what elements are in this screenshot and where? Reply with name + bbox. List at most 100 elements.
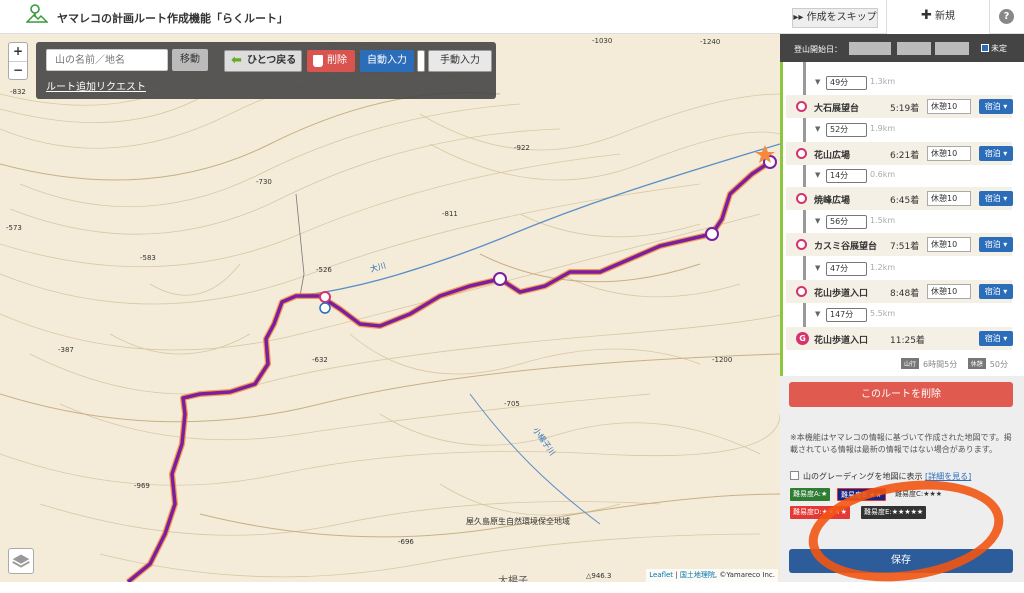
undo-label: ひとつ戻る xyxy=(247,55,297,66)
segment-time-select[interactable]: 52分 xyxy=(826,123,867,137)
stay-button[interactable]: 宿泊 ▾ xyxy=(979,284,1013,299)
route-toolbar: 移動 ⬅ ひとつ戻る 削除 自動入力 手動入力 ルート追加リクエスト xyxy=(36,42,496,99)
map-view[interactable]: -832 -1030 -730 -922 -573 -583 -811 -526… xyxy=(0,34,780,582)
segment-row: ▼ 56分 1.5km xyxy=(786,211,1012,233)
hike-time: 6時間5分 xyxy=(923,360,958,369)
rest-select[interactable]: 休憩10 xyxy=(927,237,971,252)
waypoint-name: 大石展望台 xyxy=(814,104,860,114)
topo-contours xyxy=(0,42,780,582)
undecided-checkbox[interactable]: 未定 xyxy=(981,43,1007,54)
manual-input-button[interactable]: 手動入力 xyxy=(428,50,492,72)
route-request-link[interactable]: ルート追加リクエスト xyxy=(46,78,146,93)
start-date-label: 登山開始日： xyxy=(794,45,842,54)
route-point-2[interactable] xyxy=(705,227,719,241)
rest-select[interactable]: 休憩10 xyxy=(927,191,971,206)
elev-label: △946.3 xyxy=(586,572,612,580)
segment-time-select[interactable]: 14分 xyxy=(826,169,867,183)
waypoint-row: G 花山歩道入口 11:25着 宿泊 ▾ xyxy=(786,327,1013,350)
elev-label: -1240 xyxy=(700,38,721,46)
elev-label: -832 xyxy=(10,88,26,96)
help-icon[interactable]: ? xyxy=(999,9,1014,24)
segment-time-select[interactable]: 56分 xyxy=(826,215,867,229)
undecided-label: 未定 xyxy=(991,44,1007,53)
waypoint-marker-icon xyxy=(796,148,807,159)
search-input[interactable] xyxy=(46,49,168,71)
grading-label: 山のグレーディングを地図に表示 xyxy=(803,472,923,481)
down-triangle-icon: ▼ xyxy=(815,125,821,133)
rest-select[interactable]: 休憩10 xyxy=(927,284,971,299)
area-label: 屋久島原生自然環境保全地域 xyxy=(466,517,570,526)
elev-label: -1030 xyxy=(592,37,613,45)
waypoint-row: カスミ谷展望台 7:51着 休憩10 宿泊 ▾ xyxy=(786,233,1013,256)
stay-button[interactable]: 宿泊 ▾ xyxy=(979,331,1013,346)
elev-label: -632 xyxy=(312,356,328,364)
stay-button[interactable]: 宿泊 ▾ xyxy=(979,237,1013,252)
elev-label: -526 xyxy=(316,266,332,274)
segment-row: ▼ 47分 1.2km xyxy=(786,258,1012,280)
goal-marker-icon: G xyxy=(796,332,809,345)
rest-time: 50分 xyxy=(989,360,1008,369)
plus-icon: ✚ xyxy=(920,8,932,23)
delete-button[interactable]: 削除 xyxy=(307,50,355,72)
route-point-1[interactable] xyxy=(493,272,507,286)
segment-time-select[interactable]: 47分 xyxy=(826,262,867,276)
delete-route-button[interactable]: このルートを削除 xyxy=(789,382,1013,407)
input-mode-toggle[interactable] xyxy=(417,50,425,72)
leaflet-link[interactable]: Leaflet xyxy=(649,571,673,579)
elev-label: -811 xyxy=(442,210,458,218)
new-tab-label: 新規 xyxy=(935,11,956,22)
stay-label: 宿泊 xyxy=(984,240,1001,249)
delete-label: 削除 xyxy=(327,55,347,66)
gsi-link[interactable]: 国土地理院 xyxy=(680,571,715,579)
stay-label: 宿泊 xyxy=(984,334,1001,343)
undo-button[interactable]: ⬅ ひとつ戻る xyxy=(224,50,302,72)
segment-distance: 1.2km xyxy=(870,263,896,272)
waypoint-arrival: 6:21着 xyxy=(890,151,920,161)
stay-button[interactable]: 宿泊 ▾ xyxy=(979,99,1013,114)
year-select[interactable] xyxy=(849,42,891,55)
app-title: ヤマレコの計画ルート作成機能「らくルート」 xyxy=(57,12,288,25)
down-triangle-icon: ▼ xyxy=(815,171,821,179)
checkbox-checked-icon xyxy=(981,44,989,52)
segment-time-select[interactable]: 49分 xyxy=(826,76,867,90)
skip-label: 作成をスキップ xyxy=(806,12,877,23)
move-button[interactable]: 移動 xyxy=(172,49,208,71)
waypoint-name: 花山歩道入口 xyxy=(814,336,869,346)
hike-time-tag: 山行 xyxy=(901,358,920,369)
stay-button[interactable]: 宿泊 ▾ xyxy=(979,146,1013,161)
segment-distance: 1.5km xyxy=(870,216,896,225)
auto-input-button[interactable]: 自動入力 xyxy=(360,50,414,72)
month-select[interactable] xyxy=(897,42,931,55)
waypoint-name: 花山歩道入口 xyxy=(814,289,869,299)
layers-icon[interactable] xyxy=(8,548,34,574)
app-header: ヤマレコの計画ルート作成機能「らくルート」 ▸▸ 作成をスキップ ✚ 新規 ? xyxy=(0,0,1024,34)
new-route-tab[interactable]: ✚ 新規 xyxy=(886,0,990,34)
zoom-out-button[interactable]: − xyxy=(9,61,27,79)
segment-distance: 0.6km xyxy=(870,170,896,179)
segment-row: ▼ 147分 5.5km xyxy=(786,304,1012,326)
skip-icon: ▸▸ xyxy=(793,12,804,23)
segment-time-select[interactable]: 147分 xyxy=(826,308,867,322)
zoom-in-button[interactable]: + xyxy=(9,43,27,61)
stay-label: 宿泊 xyxy=(984,149,1001,158)
stay-label: 宿泊 xyxy=(984,102,1001,111)
elev-label: -696 xyxy=(398,538,414,546)
elev-label: -705 xyxy=(504,400,520,408)
stay-button[interactable]: 宿泊 ▾ xyxy=(979,191,1013,206)
waypoint-arrival: 6:45着 xyxy=(890,196,920,206)
skip-button[interactable]: ▸▸ 作成をスキップ xyxy=(792,8,878,28)
day-select[interactable] xyxy=(935,42,969,55)
segment-distance: 1.9km xyxy=(870,124,896,133)
elev-label: -573 xyxy=(6,224,22,232)
segment-row: ▼ 52分 1.9km xyxy=(786,119,1012,141)
rest-select[interactable]: 休憩10 xyxy=(927,146,971,161)
waypoint-arrival: 5:19着 xyxy=(890,104,920,114)
grading-checkbox[interactable] xyxy=(790,471,799,480)
route-point-4[interactable] xyxy=(319,291,331,303)
rest-select[interactable]: 休憩10 xyxy=(927,99,971,114)
waypoint-row: 焼峰広場 6:45着 休憩10 宿泊 ▾ xyxy=(786,187,1013,210)
waypoint-arrival: 7:51着 xyxy=(890,242,920,252)
undo-arrow-icon: ⬅ xyxy=(231,53,242,68)
zoom-control: + − xyxy=(8,42,28,80)
grading-toggle[interactable]: 山のグレーディングを地図に表示 [詳細を見る] xyxy=(790,471,971,482)
